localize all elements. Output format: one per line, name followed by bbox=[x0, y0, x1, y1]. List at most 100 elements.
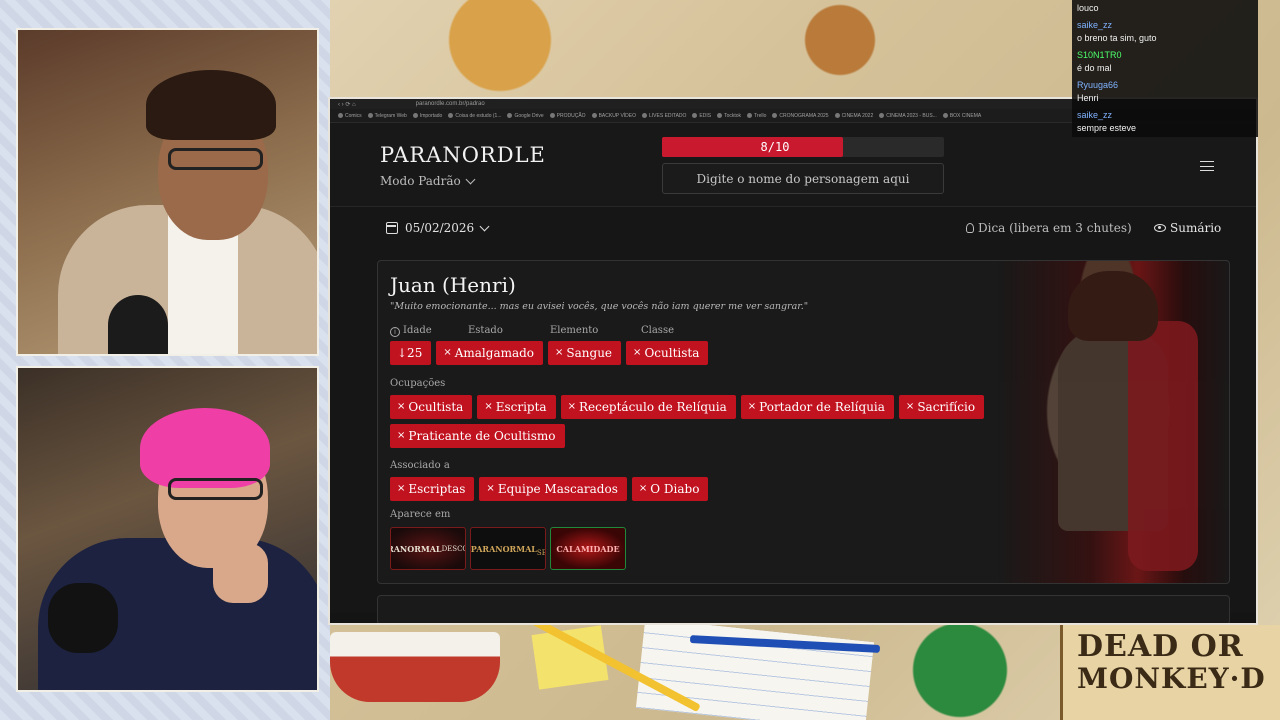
stream-chat: louco saike_zzo breno ta sim, guto S10N1TR… bbox=[1072, 0, 1258, 137]
associated-tag: × Escriptas bbox=[390, 477, 475, 501]
tag-class: × Ocultista bbox=[626, 341, 709, 365]
streamer-2-glasses bbox=[168, 478, 263, 500]
associated-tag: × O Diabo bbox=[631, 477, 709, 501]
bookmark-icon bbox=[549, 113, 555, 118]
chat-text: o breno ta sim, guto bbox=[1077, 33, 1157, 43]
summary-button[interactable]: Sumário bbox=[1154, 221, 1221, 235]
bookmark-item[interactable]: Google Drive bbox=[507, 112, 544, 119]
character-quote: "Muito emocionante... mas eu avisei você… bbox=[390, 301, 809, 312]
occupation-tag-label: Receptáculo de Relíquia bbox=[578, 400, 727, 414]
info-icon[interactable]: i bbox=[390, 327, 400, 337]
label-age: Idade bbox=[403, 325, 432, 336]
microphone-icon bbox=[108, 295, 168, 354]
occupation-tag-label: Praticante de Ocultismo bbox=[408, 429, 556, 443]
age-value: ↓25 bbox=[397, 346, 423, 360]
bookmark-item[interactable]: LIVES EDITADO bbox=[642, 113, 686, 119]
character-name: Juan (Henri) bbox=[390, 273, 516, 297]
bookmark-item[interactable]: CINEMA 2022 bbox=[834, 112, 874, 119]
chat-username: Ryuuga66 bbox=[1077, 80, 1119, 90]
bookmark-item[interactable]: CRONOGRAMA 2025 bbox=[772, 113, 829, 119]
bookmark-item[interactable]: Telegram Web bbox=[367, 113, 407, 119]
associated-tag-label: Equipe Mascarados bbox=[497, 482, 618, 496]
menu-icon[interactable] bbox=[1200, 161, 1214, 171]
bookmark-label: PRODUÇÃO bbox=[556, 112, 586, 119]
appears-in-thumbnail[interactable]: CALAMIDADE bbox=[550, 527, 626, 570]
hint-label: Dica (libera em 3 chutes) bbox=[978, 221, 1132, 235]
hint-button[interactable]: Dica (libera em 3 chutes) bbox=[966, 221, 1132, 235]
chevron-down-icon bbox=[479, 221, 490, 231]
chat-text: sempre esteve bbox=[1077, 123, 1137, 133]
bookmark-icon bbox=[879, 113, 885, 118]
bookmark-item[interactable]: EDIS bbox=[692, 113, 711, 119]
occupation-tag: × Praticante de Ocultismo bbox=[390, 424, 565, 448]
guess-card: Juan (Henri) "Muito emocionante... mas e… bbox=[377, 260, 1230, 584]
bookmark-label: Google Drive bbox=[514, 112, 544, 119]
character-search-input[interactable] bbox=[662, 163, 944, 194]
element-value: Sangue bbox=[566, 346, 613, 360]
appears-in-thumbnail[interactable]: ORDEMPARANORMALO SEGREDO bbox=[470, 527, 546, 570]
bookmark-item[interactable]: Comics bbox=[338, 113, 362, 119]
thumbnail-text: PARANORMAL bbox=[470, 543, 537, 554]
bookmark-item[interactable]: BOX CINEMA bbox=[942, 113, 981, 119]
bookmark-label: EDIS bbox=[699, 112, 712, 119]
bookmark-label: Coisa de estudo (1... bbox=[455, 112, 502, 119]
bookmark-label: Tocktok bbox=[724, 112, 742, 119]
streamer-1-hair bbox=[146, 70, 276, 140]
guess-progress-bar: 8/10 bbox=[662, 137, 944, 157]
label-element: Elemento bbox=[550, 325, 599, 336]
cross-icon: × bbox=[484, 401, 493, 412]
thumbnail-text: CALAMIDADE bbox=[556, 543, 620, 554]
bookmark-icon bbox=[772, 113, 778, 118]
bookmark-item[interactable]: PRODUÇÃO bbox=[549, 112, 586, 119]
bookmark-icon bbox=[367, 113, 373, 118]
date-selector[interactable]: 05/02/2026 bbox=[386, 221, 490, 235]
chat-text: louco bbox=[1077, 3, 1099, 13]
cross-icon: × bbox=[905, 401, 915, 412]
bookmark-item[interactable]: Importado bbox=[412, 113, 442, 119]
occupation-tag-label: Escripta bbox=[495, 400, 547, 414]
associated-tag: × Equipe Mascarados bbox=[479, 477, 627, 501]
bookmark-icon bbox=[717, 113, 723, 118]
url-text[interactable]: paranordle.com.br/padrao bbox=[416, 101, 485, 107]
tag-element: × Sangue bbox=[548, 341, 622, 365]
webcam-streamer-1 bbox=[16, 28, 319, 356]
browser-window: ‹ › ⟳ ⌂ paranordle.com.br/padrao Comics T… bbox=[328, 97, 1258, 625]
bookmark-item[interactable]: Trello bbox=[747, 113, 766, 119]
poster-line-2: MONKEY·D bbox=[1077, 662, 1266, 695]
bookmark-icon bbox=[942, 113, 948, 118]
thumbnail-text: PARANORMAL bbox=[391, 543, 442, 554]
streamer-1-glasses bbox=[168, 148, 263, 170]
cross-icon: × bbox=[397, 430, 406, 441]
appears-in-list: ORDEMPARANORMALDESCONJURAÇÃOORDEMPARANOR… bbox=[390, 527, 626, 570]
cross-icon: × bbox=[397, 401, 406, 412]
chat-message: saike_zz sempre esteve bbox=[1072, 107, 1258, 137]
chat-message: S10N1TR0 é do mal bbox=[1072, 47, 1258, 77]
cross-icon: × bbox=[397, 483, 406, 494]
chat-username: S10N1TR0 bbox=[1077, 50, 1122, 60]
attribute-labels: i Idade Estado Elemento Classe bbox=[390, 325, 674, 337]
cross-icon: × bbox=[638, 483, 648, 494]
appears-in-thumbnail[interactable]: ORDEMPARANORMALDESCONJURAÇÃO bbox=[390, 527, 466, 570]
occupation-tag: × Portador de Relíquia bbox=[740, 395, 894, 419]
label-state: Estado bbox=[468, 325, 503, 336]
cross-icon: × bbox=[555, 347, 564, 358]
wanted-poster: DEAD OR MONKEY·D bbox=[1060, 625, 1280, 720]
bookmark-item[interactable]: CINEMA 2023 - BUS... bbox=[879, 113, 937, 119]
attribute-tags: ↓25 × Amalgamado × Sangue × Ocultista bbox=[390, 341, 1030, 365]
microphone-icon bbox=[48, 583, 118, 653]
character-portrait bbox=[998, 261, 1229, 583]
chat-username: saike_zz bbox=[1077, 20, 1113, 30]
bookmark-item[interactable]: Tocktok bbox=[717, 113, 741, 119]
site-logo[interactable]: PARANORDLE bbox=[380, 143, 546, 167]
chevron-down-icon bbox=[465, 174, 476, 184]
bookmark-item[interactable]: BACKUP VÍDEO bbox=[591, 113, 636, 119]
mode-dropdown[interactable]: Modo Padrão bbox=[380, 174, 476, 188]
bookmark-label: CINEMA 2022 bbox=[841, 112, 874, 119]
occupations-label: Ocupações bbox=[390, 378, 446, 389]
tag-age: ↓25 bbox=[390, 341, 432, 365]
bookmark-item[interactable]: Coisa de estudo (1... bbox=[448, 113, 501, 119]
bookmark-icon bbox=[338, 113, 343, 118]
appears-label: Aparece em bbox=[390, 509, 451, 520]
nav-icons[interactable]: ‹ › ⟳ ⌂ bbox=[338, 101, 356, 108]
chat-text: Henri bbox=[1077, 93, 1099, 103]
